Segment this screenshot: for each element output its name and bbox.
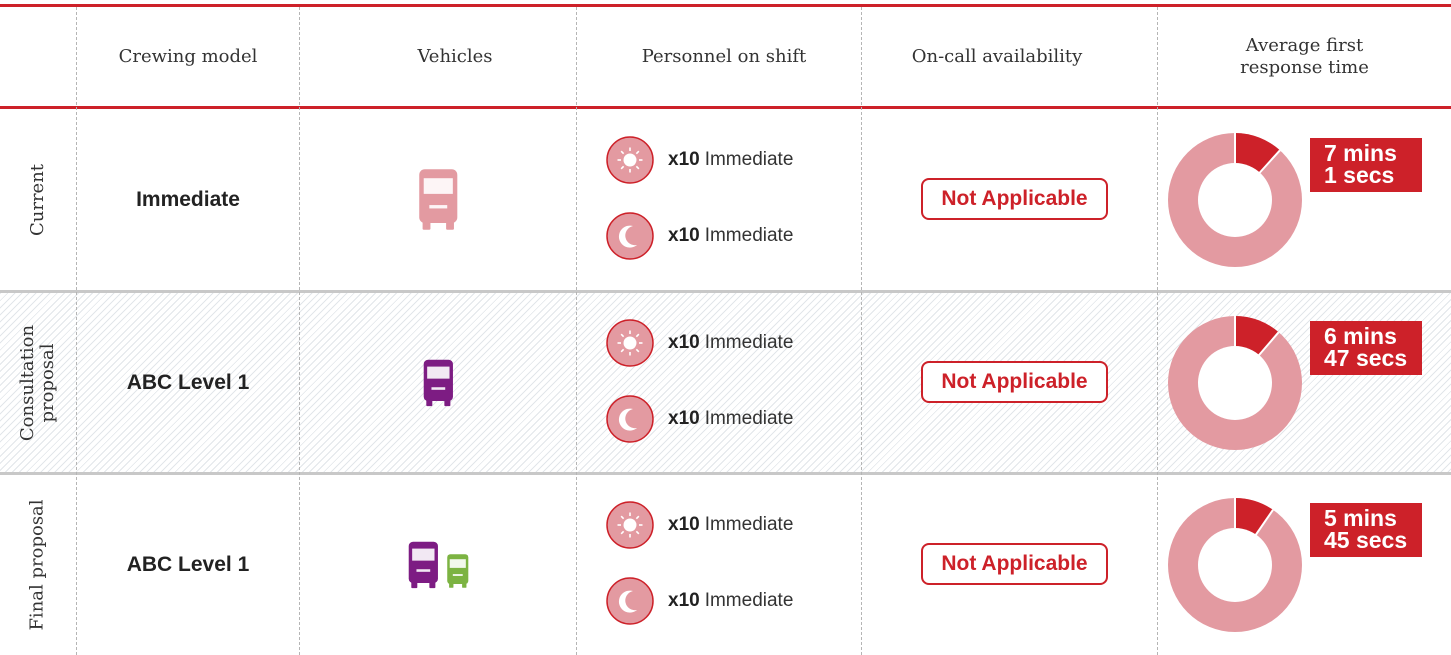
green-vehicle-icon [446,553,470,589]
row-label: Final proposal [27,499,49,631]
vehicles-cell [300,109,576,290]
sun-icon [606,501,654,549]
moon-icon [606,577,654,625]
header-vehicles: Vehicles [417,46,493,67]
personnel-type: Immediate [704,407,794,429]
on-call-badge: Not Applicable [921,360,1108,403]
personnel-count: x10 [668,590,700,611]
row-label: Current [27,163,48,236]
purple-vehicle-icon [407,540,440,590]
personnel-type: Immediate [704,514,794,535]
response-mins: 6 mins [1324,322,1397,349]
personnel-night: x10 Immediate [606,211,794,260]
header-response-line1: Average first [1245,35,1364,56]
crewing-model-value: ABC Level 1 [126,370,250,394]
crewing-model-value: ABC Level 1 [126,553,250,576]
crewing-comparison-table: Crewing model Vehicles Personnel on shif… [0,0,1451,655]
response-mins: 5 mins [1324,505,1397,531]
pale-red-vehicle-icon [417,167,460,232]
response-time-badge: 5 mins 45 secs [1310,503,1422,557]
response-time-donut [1167,497,1303,633]
personnel-night: x10 Immediate [606,394,794,443]
vehicles-cell [300,293,576,472]
table-row: Final proposal ABC Level 1 x10 Immediate … [0,475,1451,655]
response-secs: 1 secs [1324,161,1395,188]
table-row: Consultation proposal ABC Level 1 x10 Imm… [0,293,1451,472]
row-label: Consultation proposal [17,324,58,441]
response-time-badge: 7 mins 1 secs [1310,137,1422,192]
on-call-badge: Not Applicable [921,543,1108,585]
column-divider [299,7,300,655]
header-divider [0,106,1451,109]
row-divider [0,472,1451,475]
personnel-type: Immediate [704,148,794,170]
column-divider [1157,7,1158,655]
header-response-line2: response time [1240,57,1369,78]
response-time-donut [1167,315,1303,451]
column-divider [576,7,577,655]
personnel-night: x10 Immediate [606,577,793,625]
purple-vehicle-icon [422,358,455,408]
vehicles-cell [300,475,576,655]
on-call-badge: Not Applicable [921,177,1108,220]
header-on-call: On-call availability [911,46,1083,67]
personnel-day: x10 Immediate [606,318,794,367]
personnel-day: x10 Immediate [606,501,793,549]
personnel-count: x10 [668,148,700,170]
response-mins: 7 mins [1324,139,1397,166]
sun-icon [606,135,654,184]
moon-icon [606,211,654,260]
response-time-donut [1167,132,1303,268]
personnel-count: x10 [668,224,700,246]
personnel-count: x10 [668,514,700,535]
header-response-time: Average first response time [1158,7,1451,107]
personnel-count: x10 [668,331,700,353]
column-divider [861,7,862,655]
column-divider [76,7,77,655]
crewing-model-value: Immediate [136,187,240,211]
response-secs: 47 secs [1324,344,1408,371]
personnel-type: Immediate [704,224,794,246]
personnel-count: x10 [668,407,700,429]
table-row: Current Immediate x10 Immediate x10 Immedi… [0,109,1451,290]
personnel-type: Immediate [704,590,794,611]
personnel-day: x10 Immediate [606,135,794,184]
personnel-type: Immediate [704,331,794,353]
header-crewing-model: Crewing model [118,46,258,67]
row-divider [0,290,1451,293]
header-personnel: Personnel on shift [641,46,807,67]
response-secs: 45 secs [1324,527,1408,553]
sun-icon [606,318,654,367]
response-time-badge: 6 mins 47 secs [1310,320,1422,375]
moon-icon [606,394,654,443]
